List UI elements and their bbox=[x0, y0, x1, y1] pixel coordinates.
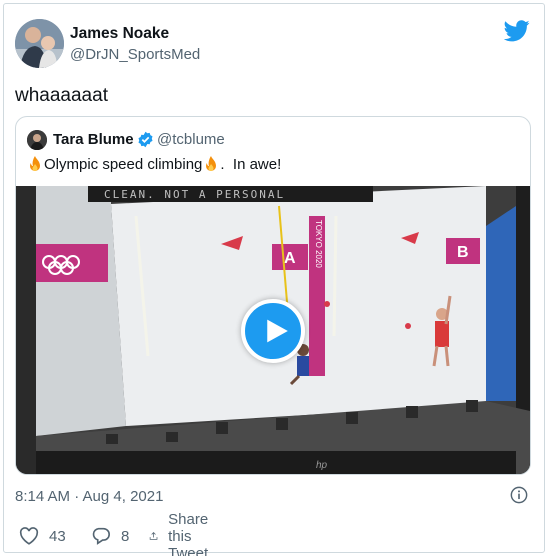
lane-b-label: B bbox=[457, 244, 469, 261]
fire-icon bbox=[30, 156, 40, 171]
tweet-text: whaaaaaat bbox=[15, 85, 108, 106]
tweet-card: James Noake @DrJN_SportsMed whaaaaaat Ta… bbox=[3, 3, 545, 556]
quoted-tweet[interactable]: Tara Blume @tcblume Olympic speed climbi… bbox=[15, 116, 531, 475]
quoted-tweet-text: Olympic speed climbing . In awe! bbox=[27, 156, 282, 173]
twitter-bird-icon[interactable] bbox=[504, 20, 530, 42]
wall-text: TOKYO 2020 bbox=[314, 220, 323, 268]
video-banner-text: CLEAN. NOT A PERSONAL bbox=[104, 188, 285, 201]
share-button[interactable]: Share this Tweet bbox=[149, 511, 219, 556]
like-button[interactable]: 43 bbox=[19, 525, 66, 547]
reply-button[interactable]: 8 bbox=[91, 525, 129, 547]
author-name[interactable]: James Noake bbox=[70, 25, 169, 43]
like-count: 43 bbox=[49, 527, 66, 545]
tweet-timestamp[interactable]: 8:14 AM · Aug 4, 2021 bbox=[15, 488, 163, 505]
lane-a-label: A bbox=[284, 250, 296, 267]
quoted-text-tail: . In awe! bbox=[220, 156, 282, 173]
reply-icon bbox=[92, 527, 110, 545]
heart-icon bbox=[19, 527, 39, 545]
quoted-text-main: Olympic speed climbing bbox=[44, 156, 203, 173]
share-label: Share this Tweet bbox=[168, 510, 209, 556]
fire-icon bbox=[206, 156, 217, 171]
quoted-author-avatar[interactable] bbox=[27, 130, 47, 150]
play-icon bbox=[267, 319, 288, 343]
author-handle[interactable]: @DrJN_SportsMed bbox=[70, 46, 200, 63]
video-player[interactable]: CLEAN. NOT A PERSONAL A B TOKYO 2020 hp bbox=[16, 186, 530, 474]
reply-count: 8 bbox=[121, 527, 130, 545]
quoted-author-name[interactable]: Tara Blume bbox=[53, 131, 134, 148]
info-icon[interactable] bbox=[510, 486, 528, 504]
verified-badge-icon bbox=[138, 131, 153, 148]
author-avatar[interactable] bbox=[15, 19, 64, 68]
play-button[interactable] bbox=[241, 299, 305, 363]
share-icon bbox=[149, 532, 158, 540]
monitor-brand: hp bbox=[316, 460, 328, 471]
quoted-author-handle[interactable]: @tcblume bbox=[157, 131, 225, 148]
